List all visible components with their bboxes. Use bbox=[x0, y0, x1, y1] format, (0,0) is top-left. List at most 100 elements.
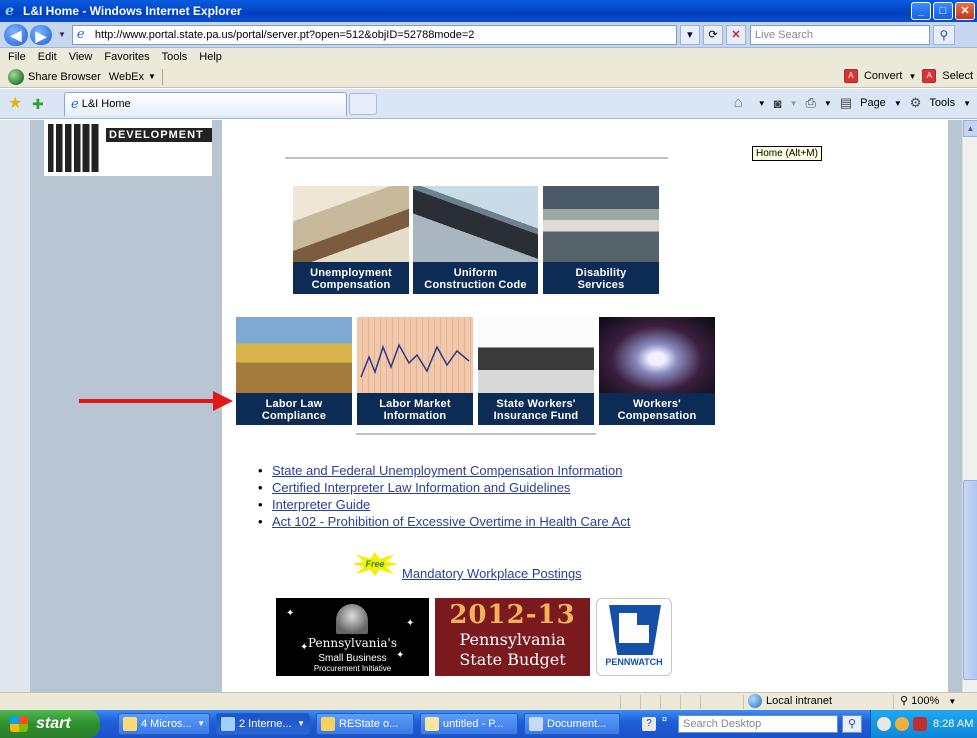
status-divider bbox=[700, 695, 701, 709]
tools-dropdown-icon[interactable]: ▼ bbox=[963, 99, 971, 108]
sparkle-icon: ✦ bbox=[406, 618, 415, 629]
workforce-development-logo[interactable]: DEVELOPMENT bbox=[44, 120, 212, 176]
pdf-tools: A Convert ▼ A Select bbox=[843, 69, 973, 83]
select-button[interactable]: Select bbox=[942, 70, 973, 82]
search-icon[interactable]: ⚲ bbox=[932, 24, 955, 45]
resource-links: State and Federal Unemployment Compensat… bbox=[258, 462, 630, 530]
banner-state-budget[interactable]: 2012-13 Pennsylvania State Budget bbox=[435, 598, 590, 676]
taskbar-item-label: untitled - P... bbox=[443, 718, 504, 730]
taskbar-item-document[interactable]: Document... bbox=[524, 713, 620, 735]
taskbar: start 4 Micros... ▼ 2 Interne... ▼ RESta… bbox=[0, 710, 977, 738]
maximize-button[interactable]: □ bbox=[933, 2, 953, 20]
chart-line-icon bbox=[360, 343, 470, 378]
tile-caption: Unemployment Compensation bbox=[293, 264, 409, 294]
tile-state-workers-insurance-fund[interactable]: State Workers' Insurance Fund bbox=[478, 317, 594, 425]
taskbar-item-internet-explorer[interactable]: 2 Interne... ▼ bbox=[216, 713, 310, 735]
convert-dropdown-icon[interactable]: ▼ bbox=[909, 72, 917, 81]
tile-workers-compensation[interactable]: Workers' Compensation bbox=[599, 317, 715, 425]
tile-caption: Uniform Construction Code bbox=[413, 264, 538, 294]
left-gutter bbox=[0, 120, 30, 692]
budget-year: 2012-13 bbox=[449, 600, 576, 630]
link-interpreter-law[interactable]: Certified Interpreter Law Information an… bbox=[272, 480, 570, 495]
menu-view[interactable]: View bbox=[69, 51, 93, 63]
minimize-button[interactable]: _ bbox=[911, 2, 931, 20]
vertical-scrollbar[interactable]: ▲ bbox=[962, 120, 977, 692]
unemployment-rate-chart-photo bbox=[357, 317, 473, 393]
tile-uniform-construction-code[interactable]: Uniform Construction Code bbox=[413, 186, 538, 294]
construction-photo bbox=[413, 186, 538, 262]
add-favorites-icon[interactable]: ✚ bbox=[32, 96, 50, 112]
divider-top bbox=[285, 157, 668, 159]
desktop-search-icon[interactable]: ⚲ bbox=[842, 715, 862, 733]
links-toolbar: Share Browser WebEx ▼ A Convert ▼ A Sele… bbox=[0, 66, 977, 88]
taskbar-item-label: REState o... bbox=[339, 718, 399, 730]
tile-labor-market-information[interactable]: Labor Market Information bbox=[357, 317, 473, 425]
print-icon[interactable]: ⎙ bbox=[805, 95, 815, 111]
help-icon[interactable]: ? bbox=[642, 717, 656, 731]
favorites-star-icon[interactable]: ★ bbox=[8, 95, 24, 112]
feeds-dropdown-icon[interactable]: ▼ bbox=[790, 99, 798, 108]
xray-hand-photo bbox=[599, 317, 715, 393]
screen: e L&I Home - Windows Internet Explorer _… bbox=[0, 0, 977, 738]
taskbar-item-restate[interactable]: REState o... bbox=[316, 713, 414, 735]
taskbar-item-outlook[interactable]: 4 Micros... ▼ bbox=[118, 713, 210, 735]
list-item: Interpreter Guide bbox=[258, 496, 630, 513]
print-dropdown-icon[interactable]: ▼ bbox=[824, 99, 832, 108]
convert-button[interactable]: Convert bbox=[864, 70, 903, 82]
forward-button[interactable]: ▶ bbox=[30, 24, 52, 45]
search-input[interactable]: Live Search bbox=[749, 24, 930, 45]
share-browser-button[interactable]: Share Browser bbox=[28, 71, 101, 83]
link-act-102[interactable]: Act 102 - Prohibition of Excessive Overt… bbox=[272, 514, 630, 529]
menu-edit[interactable]: Edit bbox=[38, 51, 57, 63]
zoom-dropdown-icon[interactable]: ▼ bbox=[948, 697, 956, 706]
page-menu-button[interactable]: Page bbox=[860, 97, 886, 109]
scroll-up-icon[interactable]: ▲ bbox=[963, 120, 977, 137]
address-field[interactable]: e http://www.portal.state.pa.us/portal/s… bbox=[71, 24, 677, 45]
menu-favorites[interactable]: Favorites bbox=[104, 51, 149, 63]
address-toolbar: ◀ ▶ ▼ e http://www.portal.state.pa.us/po… bbox=[0, 22, 977, 48]
quicklaunch-arrow-icon[interactable]: ¤ bbox=[662, 714, 667, 724]
feeds-icon[interactable]: ◙ bbox=[774, 96, 782, 111]
menu-tools[interactable]: Tools bbox=[162, 51, 188, 63]
home-tooltip: Home (Alt+M) bbox=[752, 146, 822, 161]
tray-collapse-icon[interactable] bbox=[877, 717, 891, 731]
list-item: Certified Interpreter Law Information an… bbox=[258, 479, 630, 496]
banner-small-business-procurement[interactable]: ✦ ✦ ✦ ✦ Pennsylvania's Small Business Pr… bbox=[276, 598, 429, 676]
refresh-icon[interactable]: ⟳ bbox=[702, 24, 723, 45]
left-sidebar bbox=[30, 120, 222, 692]
taskbar-item-label: 2 Interne... bbox=[239, 718, 292, 730]
address-dropdown-icon[interactable]: ▾ bbox=[679, 24, 700, 45]
banner-pennwatch[interactable]: PENNWATCH bbox=[596, 598, 672, 676]
home-icon[interactable]: ⌂ bbox=[734, 95, 750, 111]
page-dropdown-icon[interactable]: ▼ bbox=[894, 99, 902, 108]
tile-unemployment-compensation[interactable]: Unemployment Compensation bbox=[293, 186, 409, 294]
webex-button[interactable]: WebEx bbox=[109, 71, 144, 83]
scroll-thumb[interactable] bbox=[963, 480, 977, 680]
link-mandatory-postings[interactable]: Mandatory Workplace Postings bbox=[402, 566, 582, 581]
tools-menu-button[interactable]: Tools bbox=[929, 97, 955, 109]
tile-labor-law-compliance[interactable]: Labor Law Compliance bbox=[236, 317, 352, 425]
start-button[interactable]: start bbox=[0, 710, 100, 738]
tab-li-home[interactable]: e L&I Home bbox=[64, 91, 347, 116]
menu-file[interactable]: File bbox=[8, 51, 26, 63]
banner-text: Pennsylvania bbox=[459, 630, 566, 649]
taskbar-item-paint[interactable]: untitled - P... bbox=[420, 713, 518, 735]
desktop-search-input[interactable]: Search Desktop bbox=[678, 715, 838, 733]
status-divider bbox=[680, 695, 681, 709]
security-zone[interactable]: Local intranet bbox=[748, 694, 832, 708]
zoom-control[interactable]: ⚲ 100% ▼ bbox=[900, 694, 956, 707]
webex-dropdown-icon[interactable]: ▼ bbox=[148, 72, 156, 81]
tile-disability-services[interactable]: Disability Services bbox=[543, 186, 659, 294]
menu-help[interactable]: Help bbox=[199, 51, 222, 63]
close-button[interactable]: ✕ bbox=[955, 2, 975, 20]
tray-security-icon[interactable] bbox=[913, 717, 927, 731]
new-tab-button[interactable] bbox=[349, 92, 377, 115]
back-button[interactable]: ◀ bbox=[4, 23, 28, 46]
tab-bar: ★ ✚ e L&I Home ⌂ ▼ ◙ ▼ ⎙ ▼ ▤ Page ▼ ⚙ To… bbox=[0, 89, 977, 119]
tray-app-icon[interactable] bbox=[895, 717, 909, 731]
stop-icon[interactable]: ✕ bbox=[725, 24, 746, 45]
history-dropdown-icon[interactable]: ▼ bbox=[58, 30, 66, 39]
link-interpreter-guide[interactable]: Interpreter Guide bbox=[272, 497, 370, 512]
link-unemployment-info[interactable]: State and Federal Unemployment Compensat… bbox=[272, 463, 622, 478]
home-dropdown-icon[interactable]: ▼ bbox=[758, 99, 766, 108]
